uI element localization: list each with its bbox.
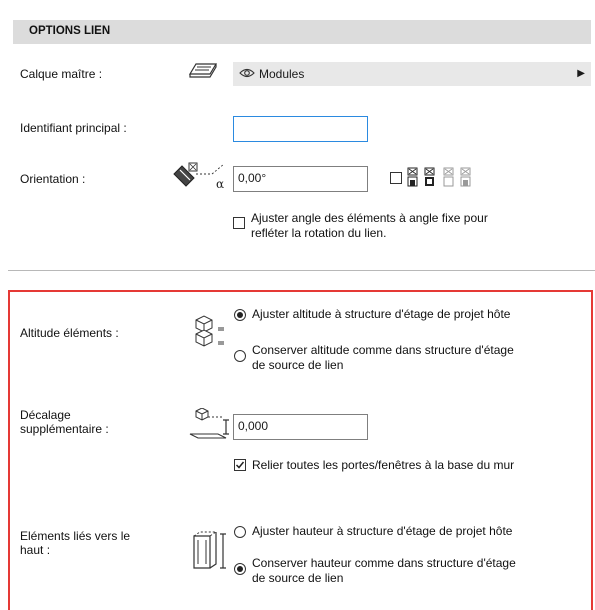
section-header: OPTIONS LIEN [13,20,591,44]
orientation-toggle-checkbox[interactable] [390,172,402,184]
identifiant-label: Identifiant principal : [20,121,127,135]
ajuster-angle-checkbox[interactable] [233,217,245,229]
decalage-input[interactable]: 0,000 [233,414,368,440]
ajuster-angle-label-1: Ajuster angle des éléments à angle fixe … [251,211,488,225]
elements-lies-label-2: haut : [20,543,51,557]
altitude-option-2-label-2: de source de lien [252,358,344,372]
relier-checkbox[interactable] [234,459,246,471]
offset-icon [188,407,232,445]
divider [8,270,595,271]
chevron-right-icon: ▶ [577,68,585,79]
orientation-input[interactable]: 0,00° [233,166,368,192]
calque-value: Modules [259,67,305,81]
height-icon [190,528,230,577]
hauteur-option-2-label-1: Conserver hauteur comme dans structure d… [252,556,516,570]
altitude-label: Altitude éléments : [20,326,119,340]
altitude-option-2-label-1: Conserver altitude comme dans structure … [252,343,514,357]
ajuster-angle-label-2: refléter la rotation du lien. [251,226,387,240]
hauteur-option-1-label: Ajuster hauteur à structure d'étage de p… [252,524,513,538]
hauteur-option-2-label-2: de source de lien [252,571,344,585]
altitude-option-1-radio[interactable] [234,309,246,321]
hauteur-option-2-radio[interactable] [234,563,246,575]
relier-label: Relier toutes les portes/fenêtres à la b… [252,458,515,472]
elements-lies-label-1: Eléments liés vers le [20,529,131,543]
orientation-angle-icon: α [172,160,232,195]
svg-text:α: α [216,177,224,191]
altitude-option-2-radio[interactable] [234,350,246,362]
section-title: OPTIONS LIEN [29,25,111,37]
calque-label: Calque maître : [20,67,103,81]
identifiant-input[interactable] [233,116,368,142]
decalage-label-1: Décalage [20,408,71,422]
altitude-option-1-label: Ajuster altitude à structure d'étage de … [252,307,511,321]
layer-icon [188,62,218,83]
rotation-mode-icon [407,166,479,191]
eye-icon [239,67,255,82]
decalage-label-2: supplémentaire : [20,422,109,436]
calque-dropdown[interactable]: Modules ▶ [233,62,591,86]
orientation-label: Orientation : [20,172,86,186]
altitude-stack-icon [192,314,232,353]
hauteur-option-1-radio[interactable] [234,526,246,538]
